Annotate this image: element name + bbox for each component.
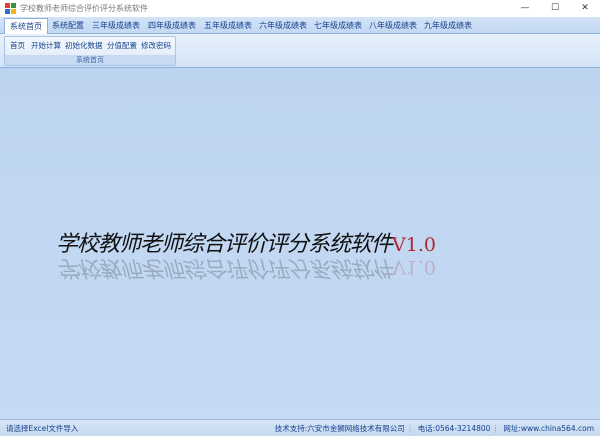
tab-grade8[interactable]: 八年级成绩表: [367, 18, 419, 34]
website-text: 网址:www.china564.com: [503, 424, 594, 433]
tab-grade7[interactable]: 七年级成绩表: [312, 18, 364, 34]
banner-reflection: 学校教师老师综合评价评分系统软件V1.0: [56, 254, 436, 286]
change-password-button[interactable]: 修改密码: [141, 40, 171, 51]
tab-system-config[interactable]: 系统配置: [50, 18, 86, 34]
score-config-button[interactable]: 分值配置: [107, 40, 137, 51]
maximize-button[interactable]: ☐: [540, 0, 570, 17]
app-icon: [5, 3, 16, 14]
ribbon: 首页 开始计算 初始化数据 分值配置 修改密码 系统首页: [0, 34, 600, 68]
tab-grade6[interactable]: 六年级成绩表: [257, 18, 309, 34]
main-panel: 学校教师老师综合评价评分系统软件V1.0 学校教师老师综合评价评分系统软件V1.…: [0, 68, 600, 419]
title-bar: 学校教师老师综合评价评分系统软件 — ☐ ✕: [0, 0, 600, 17]
tab-grade9[interactable]: 九年级成绩表: [422, 18, 474, 34]
status-bar: 请选择Excel文件导入 技术支持:六安市金狮网络技术有限公司 | 电话:0564…: [0, 419, 600, 436]
status-message: 请选择Excel文件导入: [6, 424, 79, 433]
init-data-button[interactable]: 初始化数据: [65, 40, 103, 51]
phone-text: 电话:0564-3214800: [417, 424, 491, 433]
home-button[interactable]: 首页: [10, 40, 25, 51]
start-calc-button[interactable]: 开始计算: [31, 40, 61, 51]
banner-reflection-title: 学校教师老师综合评价评分系统软件: [56, 255, 393, 280]
status-info: 技术支持:六安市金狮网络技术有限公司 | 电话:0564-3214800 | 网址:…: [274, 424, 594, 433]
ribbon-group-home: 首页 开始计算 初始化数据 分值配置 修改密码 系统首页: [4, 36, 176, 66]
tab-bar: 系统首页 系统配置 三年级成绩表 四年级成绩表 五年级成绩表 六年级成绩表 七年…: [0, 17, 600, 35]
support-text: 技术支持:六安市金狮网络技术有限公司: [274, 424, 405, 433]
minimize-button[interactable]: —: [510, 0, 540, 17]
tab-grade5[interactable]: 五年级成绩表: [202, 18, 254, 34]
window-title: 学校教师老师综合评价评分系统软件: [20, 4, 148, 13]
tab-system-home[interactable]: 系统首页: [4, 18, 48, 35]
banner-version: V1.0: [392, 234, 436, 256]
close-button[interactable]: ✕: [570, 0, 600, 17]
tab-grade4[interactable]: 四年级成绩表: [146, 18, 198, 34]
tab-grade3[interactable]: 三年级成绩表: [90, 18, 142, 34]
banner-reflection-version: V1.0: [392, 256, 436, 278]
ribbon-group-label: 系统首页: [5, 55, 175, 65]
